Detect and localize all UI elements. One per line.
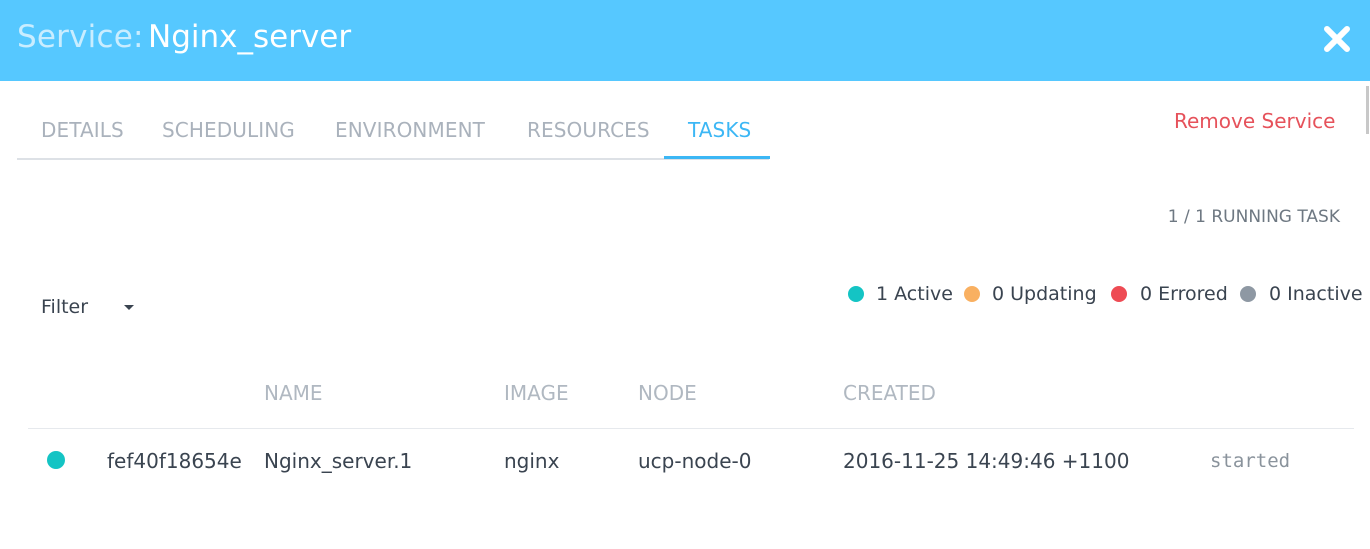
modal-header: Service: Nginx_server xyxy=(0,0,1370,81)
column-header-created[interactable]: CREATED xyxy=(843,381,936,405)
task-id: fef40f18654e xyxy=(107,449,242,473)
active-tab-indicator xyxy=(664,156,770,159)
filter-dropdown[interactable]: Filter xyxy=(41,296,134,318)
task-image: nginx xyxy=(504,449,560,473)
legend-inactive-label: 0 Inactive xyxy=(1269,283,1363,305)
updating-status-dot xyxy=(964,286,980,302)
tab-bar: DETAILS SCHEDULING ENVIRONMENT RESOURCES… xyxy=(17,104,770,160)
remove-service-button[interactable]: Remove Service xyxy=(1174,109,1335,133)
filter-label: Filter xyxy=(41,296,89,318)
column-header-image[interactable]: IMAGE xyxy=(504,381,569,405)
tab-resources[interactable]: RESOURCES xyxy=(527,118,650,142)
task-status-dot xyxy=(47,451,65,469)
legend-errored-label: 0 Errored xyxy=(1140,283,1228,305)
task-created: 2016-11-25 14:49:46 +1100 xyxy=(843,449,1130,473)
table-divider xyxy=(28,428,1354,429)
column-header-name[interactable]: NAME xyxy=(264,381,323,405)
task-name: Nginx_server.1 xyxy=(264,449,413,473)
legend-updating-label: 0 Updating xyxy=(992,283,1097,305)
errored-status-dot xyxy=(1111,286,1127,302)
running-task-count: 1 / 1 RUNNING TASK xyxy=(1167,207,1340,227)
task-state: started xyxy=(1210,450,1291,472)
tab-tasks[interactable]: TASKS xyxy=(688,118,751,142)
column-header-node[interactable]: NODE xyxy=(638,381,697,405)
scrollbar-thumb[interactable] xyxy=(1366,86,1369,134)
inactive-status-dot xyxy=(1240,286,1256,302)
close-icon[interactable] xyxy=(1322,24,1352,54)
tab-environment[interactable]: ENVIRONMENT xyxy=(335,118,485,142)
active-status-dot xyxy=(848,286,864,302)
service-label: Service: xyxy=(17,19,144,55)
chevron-down-icon xyxy=(124,305,134,310)
task-node: ucp-node-0 xyxy=(638,449,752,473)
tab-scheduling[interactable]: SCHEDULING xyxy=(162,118,295,142)
service-name: Nginx_server xyxy=(148,19,352,55)
legend-active-label: 1 Active xyxy=(876,283,953,305)
tab-details[interactable]: DETAILS xyxy=(41,118,124,142)
